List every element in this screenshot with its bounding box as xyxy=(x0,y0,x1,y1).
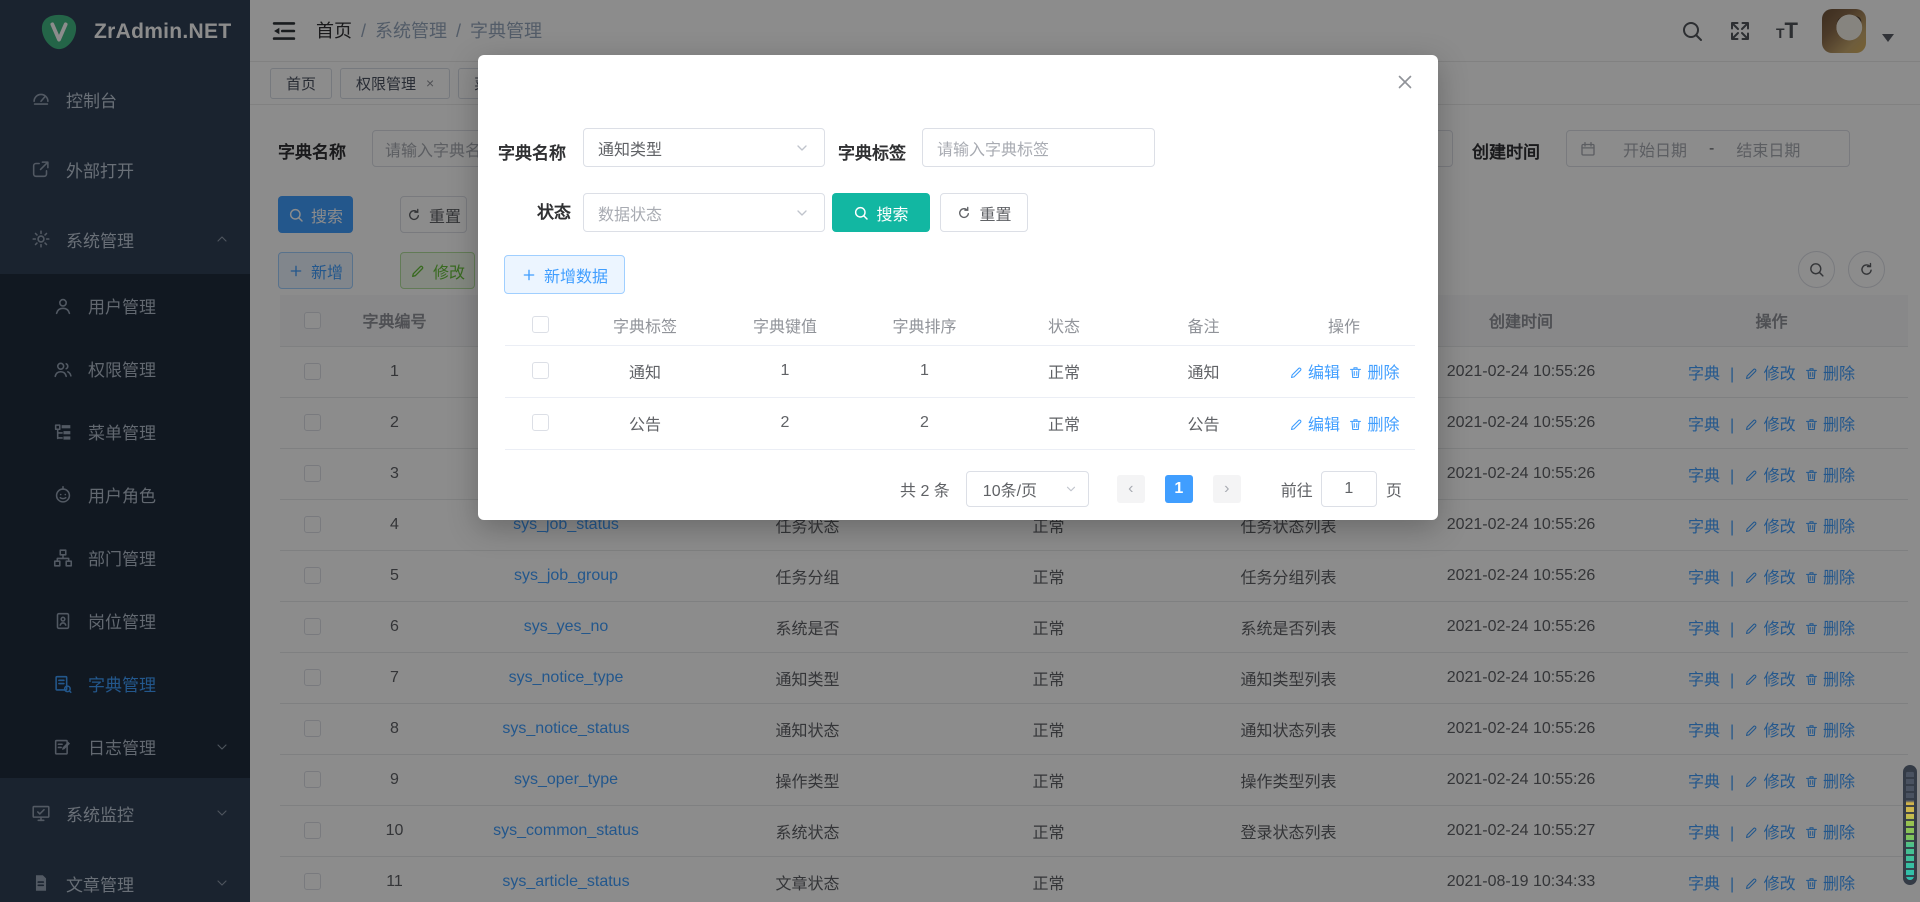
close-icon[interactable] xyxy=(1394,71,1416,93)
modal-dict-label-input[interactable]: 请输入字典标签 xyxy=(922,128,1155,167)
cell-dict-value: 1 xyxy=(715,345,855,397)
next-page-button[interactable]: › xyxy=(1213,475,1241,503)
edit-link[interactable]: 编辑 xyxy=(1289,417,1340,434)
modal-dict-name-select[interactable]: 通知类型 xyxy=(583,128,825,167)
select-all-checkbox[interactable] xyxy=(532,316,549,333)
cell-dict-label: 公告 xyxy=(575,397,715,449)
cell-dict-value: 2 xyxy=(715,397,855,449)
modal-column-header: 操作 xyxy=(1273,305,1415,345)
cell-actions: 编辑 删除 xyxy=(1273,345,1415,397)
edit-link[interactable]: 编辑 xyxy=(1289,365,1340,382)
dict-data-dialog: 字典名称 通知类型 字典标签 请输入字典标签 状态 数据状态 搜索 重置 新增数… xyxy=(478,55,1438,520)
app-root: ZrAdmin.NET 控制台外部打开系统管理用户管理权限管理菜单管理用户角色部… xyxy=(0,0,1920,902)
pagination: 共 2 条 10条/页 ‹ 1 › 前往 1 页 xyxy=(900,471,1402,507)
cell-dict-sort: 1 xyxy=(855,345,994,397)
goto-page-input[interactable]: 1 xyxy=(1321,471,1377,507)
cell-dict-sort: 2 xyxy=(855,397,994,449)
modal-column-header: 状态 xyxy=(994,305,1134,345)
modal-add-data-button[interactable]: 新增数据 xyxy=(504,255,625,294)
cell-status: 正常 xyxy=(994,397,1134,449)
current-page-button[interactable]: 1 xyxy=(1165,475,1193,503)
prev-page-button[interactable]: ‹ xyxy=(1117,475,1145,503)
cell-remark: 通知 xyxy=(1134,345,1273,397)
modal-column-header: 字典标签 xyxy=(575,305,715,345)
cell-remark: 公告 xyxy=(1134,397,1273,449)
modal-dict-label-label: 字典标签 xyxy=(838,134,906,173)
modal-column-header: 备注 xyxy=(1134,305,1273,345)
delete-link[interactable]: 删除 xyxy=(1348,417,1399,434)
row-checkbox[interactable] xyxy=(532,414,549,431)
modal-reset-button[interactable]: 重置 xyxy=(940,193,1028,232)
scrollbar-marker[interactable] xyxy=(1903,765,1917,885)
chevron-down-icon xyxy=(1064,482,1078,496)
modal-table-row: 通知11正常通知 编辑 删除 xyxy=(505,345,1415,397)
modal-search-button[interactable]: 搜索 xyxy=(832,193,930,232)
page-unit-label: 页 xyxy=(1386,477,1402,501)
pagination-total: 共 2 条 xyxy=(900,477,950,501)
modal-status-select[interactable]: 数据状态 xyxy=(583,193,825,232)
cell-actions: 编辑 删除 xyxy=(1273,397,1415,449)
page-size-select[interactable]: 10条/页 xyxy=(966,471,1089,507)
modal-dict-name-label: 字典名称 xyxy=(498,134,566,173)
modal-table-header-row: 字典标签字典键值字典排序状态备注操作 xyxy=(505,305,1415,345)
chevron-down-icon xyxy=(794,205,810,221)
cell-status: 正常 xyxy=(994,345,1134,397)
modal-status-label: 状态 xyxy=(498,193,571,232)
modal-table-row: 公告22正常公告 编辑 删除 xyxy=(505,397,1415,449)
modal-column-header: 字典排序 xyxy=(855,305,994,345)
chevron-down-icon xyxy=(794,140,810,156)
dict-data-table: 字典标签字典键值字典排序状态备注操作 通知11正常通知 编辑 删除公告22正常公… xyxy=(505,305,1415,450)
row-checkbox[interactable] xyxy=(532,362,549,379)
modal-column-header: 字典键值 xyxy=(715,305,855,345)
cell-dict-label: 通知 xyxy=(575,345,715,397)
delete-link[interactable]: 删除 xyxy=(1348,365,1399,382)
goto-label: 前往 xyxy=(1281,477,1313,501)
